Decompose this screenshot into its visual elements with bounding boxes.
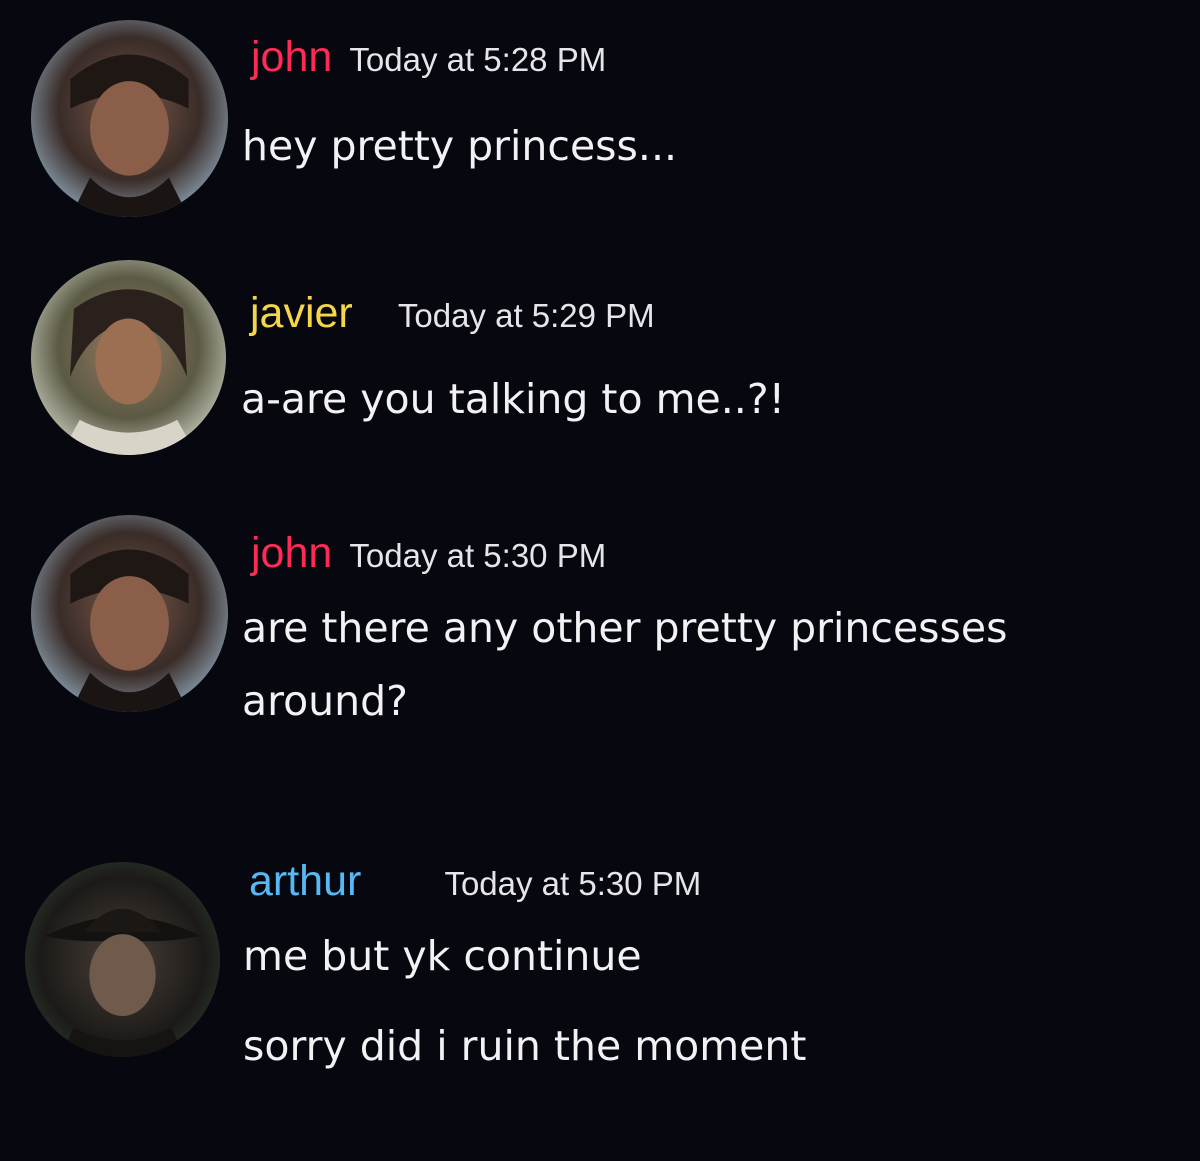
- avatar-javier[interactable]: [31, 260, 226, 455]
- timestamp: Today at 5:28 PM: [349, 41, 607, 78]
- author-name[interactable]: john: [251, 33, 332, 81]
- timestamp: Today at 5:29 PM: [397, 297, 655, 334]
- user-avatar-icon: [25, 862, 220, 1057]
- message-text: hey pretty princess...: [242, 122, 678, 170]
- message-header: john Today at 5:30 PM: [251, 532, 606, 575]
- timestamp: Today at 5:30 PM: [444, 865, 702, 902]
- message-text: are there any other pretty princesses: [242, 604, 1008, 652]
- user-avatar-icon: [31, 260, 226, 455]
- message-header: john Today at 5:28 PM: [251, 36, 606, 79]
- author-name[interactable]: arthur: [249, 857, 361, 905]
- avatar-john[interactable]: [31, 515, 228, 712]
- message-text: a-are you talking to me..?!: [241, 375, 786, 423]
- user-avatar-icon: [31, 515, 228, 712]
- message-text: me but yk continue: [243, 932, 642, 980]
- avatar-john[interactable]: [31, 20, 228, 217]
- author-name[interactable]: john: [251, 529, 332, 577]
- message-text: around?: [242, 677, 408, 725]
- avatar-arthur[interactable]: [25, 862, 220, 1057]
- message-text: sorry did i ruin the moment: [243, 1022, 807, 1070]
- message-header: javier Today at 5:29 PM: [250, 292, 655, 335]
- user-avatar-icon: [31, 20, 228, 217]
- author-name[interactable]: javier: [250, 289, 353, 337]
- timestamp: Today at 5:30 PM: [349, 537, 607, 574]
- message-header: arthur Today at 5:30 PM: [249, 860, 701, 903]
